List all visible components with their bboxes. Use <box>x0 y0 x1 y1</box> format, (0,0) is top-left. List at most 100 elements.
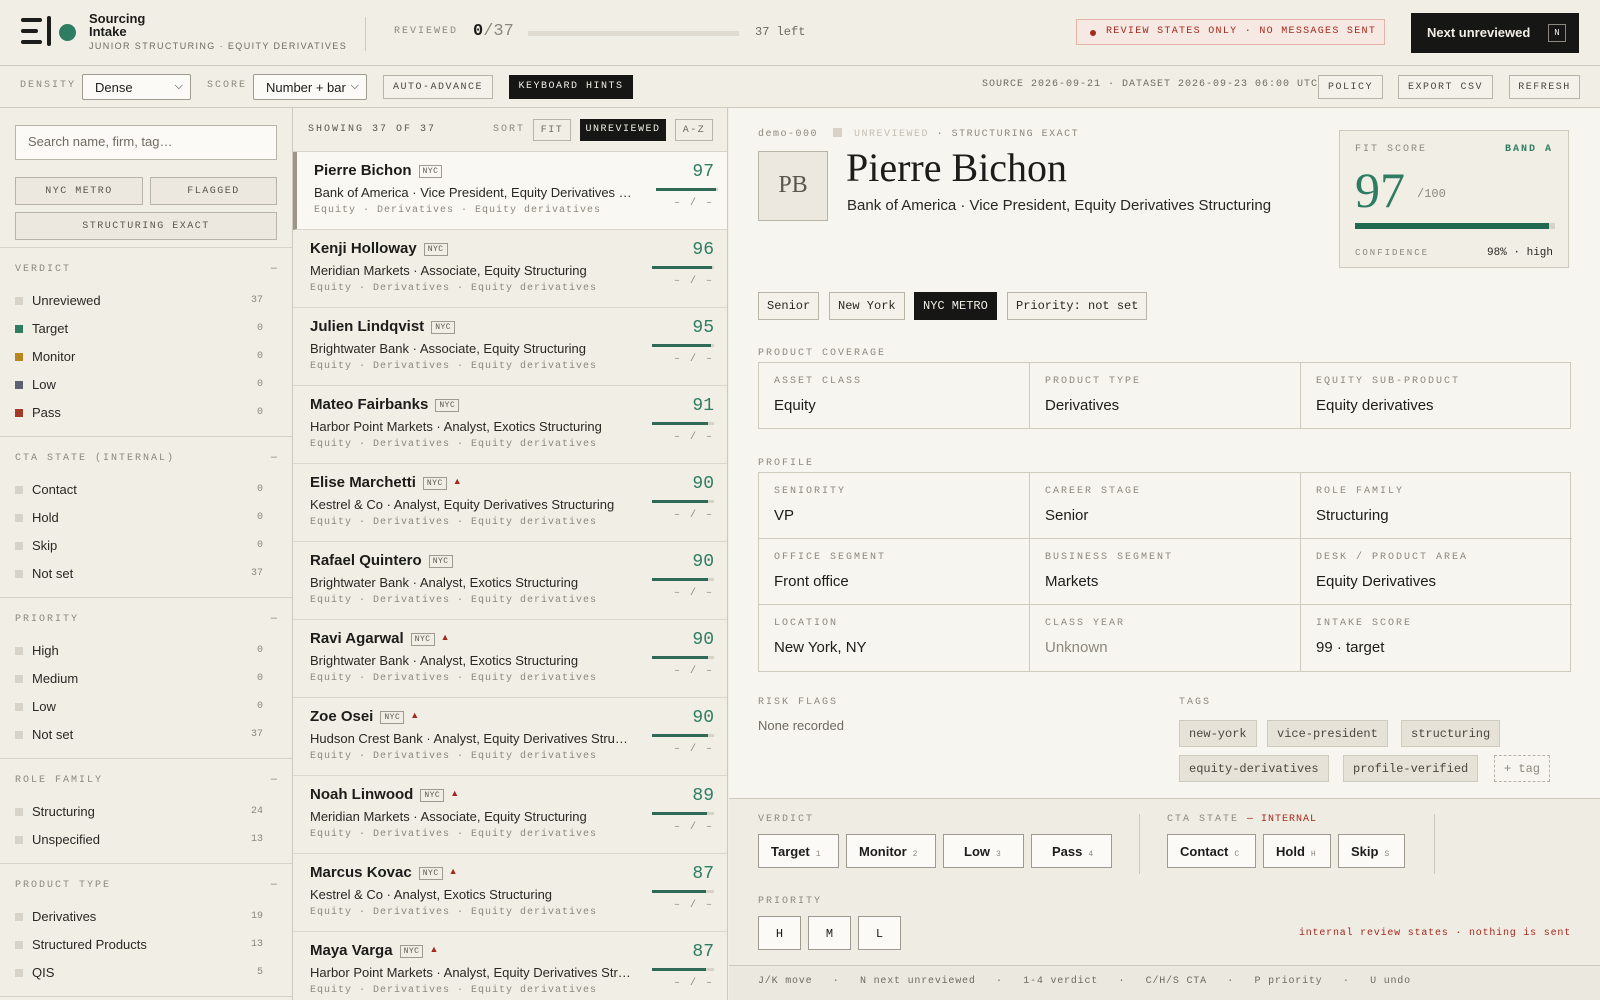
search-input[interactable]: Search name, firm, tag… <box>15 125 277 160</box>
color-swatch-icon <box>15 514 23 522</box>
filter-option-unreviewed[interactable]: Unreviewed 37 <box>15 291 277 313</box>
fit-score-value: 97 <box>1355 162 1405 218</box>
filter-option-low[interactable]: Low 0 <box>15 697 277 719</box>
filter-chip-flagged[interactable]: FLAGGED <box>150 177 277 205</box>
filter-option-unspecified[interactable]: Unspecified 13 <box>15 830 277 852</box>
filter-option-derivatives[interactable]: Derivatives 19 <box>15 907 277 929</box>
candidate-card-status: – / – <box>673 978 714 989</box>
tag-chip[interactable]: equity-derivatives <box>1179 755 1329 782</box>
filter-option-not-set[interactable]: Not set 37 <box>15 564 277 586</box>
filter-option-low[interactable]: Low 0 <box>15 375 277 397</box>
filter-option-count: 0 <box>256 407 263 418</box>
collapse-icon[interactable]: – <box>271 773 277 785</box>
collapse-icon[interactable]: – <box>271 612 277 624</box>
candidate-card-name: Ravi Agarwal NYC ▲ <box>310 630 450 647</box>
candidate-card[interactable]: Kenji Holloway NYC Meridian Markets · Asso… <box>293 230 727 308</box>
candidate-card[interactable]: Julien Lindqvist NYC Brightwater Bank · As… <box>293 308 727 386</box>
candidate-card-status: – / – <box>673 744 714 755</box>
filter-option-hold[interactable]: Hold 0 <box>15 508 277 530</box>
candidate-card-score: 91 <box>692 396 714 416</box>
filter-option-medium[interactable]: Medium 0 <box>15 669 277 691</box>
candidate-card-score: 87 <box>692 942 714 962</box>
verdict-monitor-button[interactable]: Monitor 2 <box>846 834 936 868</box>
priority-medium-button[interactable]: M <box>808 916 851 950</box>
filter-option-structured-products[interactable]: Structured Products 13 <box>15 935 277 957</box>
candidate-card[interactable]: Mateo Fairbanks NYC Harbor Point Markets ·… <box>293 386 727 464</box>
location-tag: NYC <box>422 477 447 490</box>
collapse-icon[interactable]: – <box>271 262 277 274</box>
cta-contact-button[interactable]: Contact C <box>1167 834 1256 868</box>
tag-chip[interactable]: structuring <box>1401 720 1501 747</box>
candidate-card[interactable]: Ravi Agarwal NYC ▲ Brightwater Bank · Analy… <box>293 620 727 698</box>
verdict-low-button[interactable]: Low 3 <box>943 834 1024 868</box>
filter-chip-structuring-exact[interactable]: STRUCTURING EXACT <box>15 212 277 240</box>
collapse-icon[interactable]: – <box>271 451 277 463</box>
auto-advance-toggle[interactable]: AUTO-ADVANCE <box>383 75 493 99</box>
candidate-card[interactable]: Pierre Bichon NYC Bank of America · Vice P… <box>293 152 727 230</box>
tag-chip[interactable]: profile-verified <box>1343 755 1479 782</box>
candidate-card-title: Meridian Markets · Associate, Equity Str… <box>310 809 587 824</box>
next-unreviewed-button[interactable]: Next unreviewed N <box>1411 13 1579 53</box>
cta-skip-button[interactable]: Skip S <box>1338 834 1405 868</box>
score-bar <box>652 422 714 425</box>
alert-dot-icon <box>1090 30 1096 36</box>
candidate-card-score: 87 <box>692 864 714 884</box>
score-bar <box>652 578 714 581</box>
priority-low-button[interactable]: L <box>858 916 901 950</box>
field-label: CLASS YEAR <box>1045 618 1126 629</box>
filter-option-structuring[interactable]: Structuring 24 <box>15 802 277 824</box>
candidate-card[interactable]: Rafael Quintero NYC Brightwater Bank · Ana… <box>293 542 727 620</box>
location-tag: NYC <box>435 399 460 412</box>
filter-option-count: 0 <box>256 351 263 362</box>
color-swatch-icon <box>15 353 23 361</box>
add-tag-button[interactable]: + tag <box>1494 755 1551 782</box>
score-bar <box>652 812 714 815</box>
filter-option-label: Unspecified <box>32 832 100 847</box>
candidate-headline: Bank of America · Vice President, Equity… <box>847 197 1272 214</box>
sort-az-button[interactable]: A-Z <box>675 119 713 141</box>
filter-option-monitor[interactable]: Monitor 0 <box>15 347 277 369</box>
filter-option-not-set[interactable]: Not set 37 <box>15 725 277 747</box>
filter-option-contact[interactable]: Contact 0 <box>15 480 277 502</box>
tag-chip[interactable]: vice-president <box>1267 720 1388 747</box>
filter-option-target[interactable]: Target 0 <box>15 319 277 341</box>
field-value: Equity derivatives <box>1316 397 1434 414</box>
score-display-select[interactable]: Number + bar ⌵ <box>253 74 367 100</box>
refresh-button[interactable]: REFRESH <box>1509 75 1580 99</box>
field-label: CAREER STAGE <box>1045 486 1142 497</box>
candidate-card[interactable]: Marcus Kovac NYC ▲ Kestrel & Co · Analyst, … <box>293 854 727 932</box>
score-bar <box>652 656 714 659</box>
filter-chip-nyc-metro[interactable]: NYC METRO <box>15 177 143 205</box>
policy-button[interactable]: POLICY <box>1318 75 1383 99</box>
sort-fit-button[interactable]: FIT <box>533 119 571 141</box>
filter-option-skip[interactable]: Skip 0 <box>15 536 277 558</box>
verdict-pass-button[interactable]: Pass 4 <box>1031 834 1112 868</box>
sort-unreviewed-button[interactable]: UNREVIEWED <box>580 119 666 141</box>
keyboard-hints-toggle[interactable]: KEYBOARD HINTS <box>509 75 633 99</box>
warning-triangle-icon: ▲ <box>452 476 462 486</box>
collapse-icon[interactable]: – <box>271 878 277 890</box>
field-label: ASSET CLASS <box>774 376 863 387</box>
candidate-card[interactable]: Elise Marchetti NYC ▲ Kestrel & Co · Analys… <box>293 464 727 542</box>
filter-option-high[interactable]: High 0 <box>15 641 277 663</box>
filter-option-count: 0 <box>256 379 263 390</box>
priority-high-button[interactable]: H <box>758 916 801 950</box>
color-swatch-icon <box>15 570 23 578</box>
candidate-card[interactable]: Noah Linwood NYC ▲ Meridian Markets · Assoc… <box>293 776 727 854</box>
export-csv-button[interactable]: EXPORT CSV <box>1398 75 1493 99</box>
chevron-down-icon: ⌵ <box>174 80 183 92</box>
filter-option-pass[interactable]: Pass 0 <box>15 403 277 425</box>
filter-option-count: 0 <box>256 512 263 523</box>
density-select[interactable]: Dense ⌵ <box>82 74 191 100</box>
filter-option-qis[interactable]: QIS 5 <box>15 963 277 985</box>
filter-group-role-family: ROLE FAMILY – <box>15 773 277 789</box>
profile-grid: SENIORITY VP CAREER STAGE Senior ROLE FAMILY… <box>758 472 1572 672</box>
nyc-metro-pill: NYC METRO <box>914 292 997 320</box>
filter-option-count: 13 <box>250 939 263 950</box>
candidate-card[interactable]: Maya Varga NYC ▲ Harbor Point Markets · Ana… <box>293 932 727 1000</box>
candidate-card[interactable]: Zoe Osei NYC ▲ Hudson Crest Bank · Analyst,… <box>293 698 727 776</box>
verdict-target-button[interactable]: Target 1 <box>758 834 839 868</box>
cta-hold-button[interactable]: Hold H <box>1263 834 1331 868</box>
location-tag: NYC <box>399 945 424 958</box>
tag-chip[interactable]: new-york <box>1179 720 1257 747</box>
